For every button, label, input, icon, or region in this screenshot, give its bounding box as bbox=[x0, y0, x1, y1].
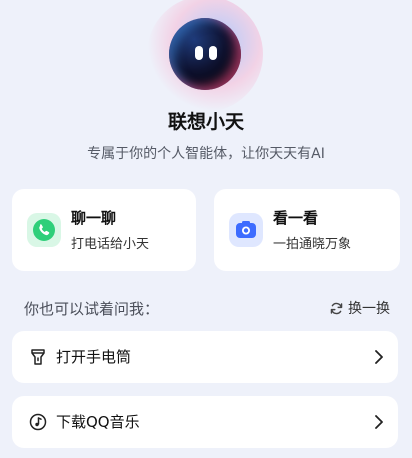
refresh-label: 换一换 bbox=[348, 301, 390, 317]
music-note-icon bbox=[29, 413, 47, 431]
phone-icon bbox=[27, 213, 61, 247]
avatar-face bbox=[169, 18, 241, 90]
chat-card-desc: 打电话给小天 bbox=[71, 237, 150, 252]
assistant-name: 联想小天 bbox=[167, 111, 244, 133]
chevron-right-icon bbox=[375, 415, 383, 429]
suggestion-item[interactable]: 打开手电筒 bbox=[12, 331, 398, 383]
avatar-eye-right bbox=[209, 46, 217, 60]
chevron-right-icon bbox=[375, 350, 383, 364]
assistant-tagline: 专属于你的个人智能体，让你天天有AI bbox=[87, 146, 325, 162]
chat-card[interactable]: 聊一聊 打电话给小天 bbox=[12, 189, 196, 271]
assistant-avatar bbox=[147, 0, 263, 112]
flashlight-icon bbox=[31, 349, 45, 365]
look-card[interactable]: 看一看 一拍通晓万象 bbox=[214, 189, 400, 271]
camera-icon bbox=[229, 213, 263, 247]
suggestions-label: 你也可以试着问我： bbox=[24, 300, 160, 318]
suggestion-item[interactable]: 下载QQ音乐 bbox=[12, 396, 398, 448]
chat-card-title: 聊一聊 bbox=[71, 209, 117, 227]
avatar-eye-left bbox=[195, 46, 203, 60]
refresh-icon bbox=[330, 302, 343, 314]
refresh-button[interactable]: 换一换 bbox=[329, 298, 390, 318]
look-card-title: 看一看 bbox=[273, 209, 319, 227]
suggestion-label: 打开手电筒 bbox=[56, 348, 132, 366]
suggestion-label: 下载QQ音乐 bbox=[56, 413, 140, 431]
look-card-desc: 一拍通晓万象 bbox=[273, 237, 352, 252]
